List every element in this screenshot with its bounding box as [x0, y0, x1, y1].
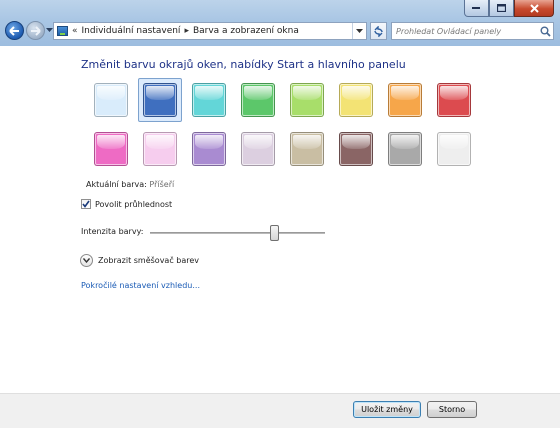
- color-swatch[interactable]: [187, 78, 231, 122]
- search-box[interactable]: [391, 22, 554, 40]
- color-mixer-toggle[interactable]: Zobrazit směšovač barev: [80, 254, 199, 267]
- maximize-icon: [497, 4, 506, 12]
- breadcrumb-individualni-nastaveni[interactable]: Individuální nastavení: [82, 26, 181, 36]
- window-chrome: « Individuální nastavení ▸ Barva a zobra…: [0, 0, 560, 46]
- chevron-down-icon: [83, 258, 90, 263]
- color-swatch-tile: [339, 132, 373, 166]
- dialog-footer: Uložit změny Storno: [0, 393, 560, 428]
- breadcrumb-barva-a-zobrazeni-okna[interactable]: Barva a zobrazení okna: [193, 26, 299, 36]
- color-swatch-tile: [143, 132, 177, 166]
- color-swatch[interactable]: [334, 78, 378, 122]
- color-swatch-tile: [290, 83, 324, 117]
- color-swatch[interactable]: [432, 127, 476, 171]
- color-swatch[interactable]: [432, 78, 476, 122]
- color-swatch[interactable]: [383, 78, 427, 122]
- transparency-label[interactable]: Povolit průhlednost: [95, 200, 172, 209]
- transparency-checkbox[interactable]: [81, 199, 91, 209]
- color-swatch[interactable]: [187, 127, 231, 171]
- color-swatch[interactable]: [383, 127, 427, 171]
- checkmark-icon: [82, 200, 90, 208]
- back-button[interactable]: [5, 21, 24, 40]
- color-swatch-tile: [241, 83, 275, 117]
- color-swatch-tile: [192, 132, 226, 166]
- slider-thumb[interactable]: [270, 225, 279, 241]
- breadcrumb-separator[interactable]: ▸: [184, 26, 189, 36]
- color-swatch-tile: [290, 132, 324, 166]
- maximize-button[interactable]: [489, 0, 514, 17]
- intensity-label: Intenzita barvy:: [81, 227, 144, 236]
- control-panel-icon: [57, 26, 68, 36]
- back-arrow-icon: [9, 25, 19, 36]
- refresh-button[interactable]: [370, 22, 387, 40]
- cancel-button[interactable]: Storno: [427, 401, 477, 418]
- chevron-down-icon: [46, 28, 53, 32]
- minimize-button[interactable]: [464, 0, 489, 17]
- address-dropdown[interactable]: [352, 23, 366, 39]
- color-swatch-tile: [94, 132, 128, 166]
- color-swatch[interactable]: [138, 127, 182, 171]
- color-swatch-tile: [437, 132, 471, 166]
- color-swatch[interactable]: [285, 127, 329, 171]
- intensity-slider[interactable]: [150, 225, 325, 241]
- color-swatch[interactable]: [334, 127, 378, 171]
- save-button[interactable]: Uložit změny: [353, 401, 421, 418]
- color-swatch-tile: [388, 132, 422, 166]
- color-swatch[interactable]: [236, 127, 280, 171]
- minimize-icon: [472, 7, 480, 9]
- color-swatch-tile: [143, 83, 177, 117]
- color-swatch-tile: [94, 83, 128, 117]
- color-swatch-tile: [192, 83, 226, 117]
- expand-button[interactable]: [80, 254, 93, 267]
- page-title: Změnit barvu okrajů oken, nabídky Start …: [81, 58, 406, 71]
- current-color-value: Příšeří: [149, 180, 175, 189]
- current-color: Aktuální barva: Příšeří: [86, 180, 174, 189]
- color-swatch-tile: [437, 83, 471, 117]
- chevron-down-icon: [356, 28, 363, 33]
- window-controls: [464, 0, 554, 17]
- forward-arrow-icon: [31, 25, 41, 36]
- color-swatch-tile: [339, 83, 373, 117]
- refresh-icon: [374, 25, 383, 37]
- address-bar[interactable]: « Individuální nastavení ▸ Barva a zobra…: [53, 22, 367, 40]
- color-swatch[interactable]: [236, 78, 280, 122]
- search-input[interactable]: [396, 23, 539, 39]
- color-mixer-label[interactable]: Zobrazit směšovač barev: [98, 256, 199, 265]
- close-button[interactable]: [514, 0, 554, 17]
- close-icon: [529, 3, 539, 13]
- color-swatch[interactable]: [89, 127, 133, 171]
- current-color-label: Aktuální barva:: [86, 180, 147, 189]
- color-swatch-tile: [388, 83, 422, 117]
- advanced-appearance-link[interactable]: Pokročilé nastavení vzhledu...: [81, 281, 200, 290]
- forward-button[interactable]: [26, 21, 45, 40]
- color-swatch[interactable]: [89, 78, 133, 122]
- breadcrumb-overflow[interactable]: «: [72, 26, 78, 36]
- color-swatch-tile: [241, 132, 275, 166]
- search-icon[interactable]: [539, 25, 552, 38]
- color-swatch[interactable]: [285, 78, 329, 122]
- transparency-option[interactable]: Povolit průhlednost: [81, 199, 172, 209]
- color-swatch[interactable]: [138, 78, 182, 122]
- slider-track[interactable]: [150, 232, 325, 234]
- recent-pages-dropdown[interactable]: [46, 27, 53, 35]
